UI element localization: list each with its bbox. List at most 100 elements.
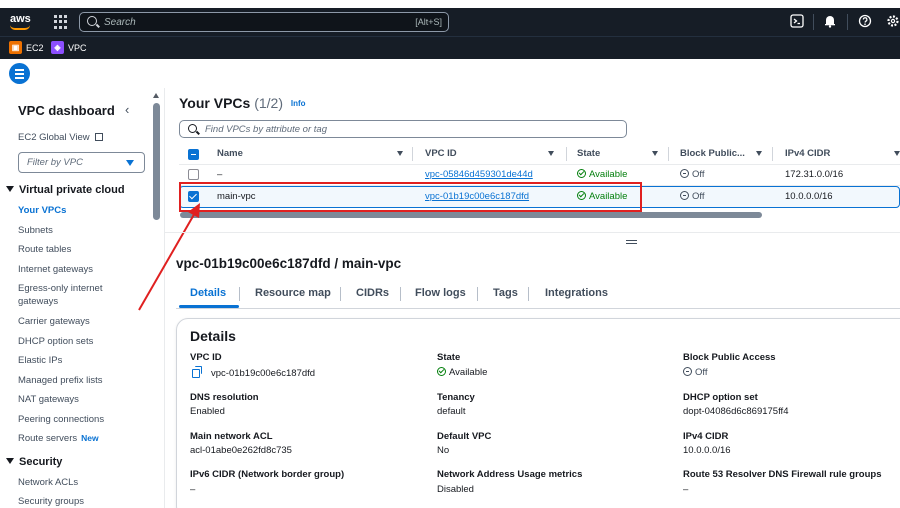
sidebar-title[interactable]: VPC dashboard bbox=[18, 103, 115, 118]
field-default-vpc: No bbox=[437, 445, 450, 456]
search-icon bbox=[188, 124, 197, 133]
vpc-icon: ◈ bbox=[51, 41, 64, 54]
column-separator bbox=[566, 147, 567, 161]
vpc-block-public: Off bbox=[680, 169, 705, 180]
service-vpc-label: VPC bbox=[68, 42, 87, 53]
sort-icon[interactable] bbox=[756, 151, 762, 156]
dhcp-option-set-link[interactable]: dopt-04086d6c869175ff4 bbox=[683, 406, 788, 417]
bell-icon[interactable] bbox=[822, 14, 838, 30]
vpc-filter-placeholder: Filter by VPC bbox=[27, 157, 83, 168]
tab-separator bbox=[528, 287, 529, 301]
tab-details[interactable]: Details bbox=[190, 287, 226, 299]
column-header-state[interactable]: State bbox=[577, 148, 600, 159]
resize-handle-icon[interactable] bbox=[626, 240, 637, 244]
tab-separator bbox=[400, 287, 401, 301]
search-shortcut: [Alt+S] bbox=[415, 17, 442, 27]
main-acl-link[interactable]: acl-01abe0e262fd8c735 bbox=[190, 445, 292, 456]
info-link[interactable]: Info bbox=[291, 99, 306, 108]
sidebar-item-your-vpcs[interactable]: Your VPCs bbox=[18, 204, 118, 217]
external-link-icon bbox=[95, 133, 104, 141]
field-label-ipv4-cidr: IPv4 CIDR bbox=[683, 431, 729, 442]
ec2-icon: ▣ bbox=[9, 41, 22, 54]
find-vpcs-input[interactable]: Find VPCs by attribute or tag bbox=[179, 120, 627, 138]
divider bbox=[164, 88, 165, 508]
help-icon[interactable] bbox=[857, 14, 873, 30]
sidebar-item-dhcp-option-sets[interactable]: DHCP option sets bbox=[18, 335, 118, 348]
state-value: Available bbox=[449, 367, 488, 378]
service-vpc[interactable]: ◈ VPC bbox=[51, 41, 87, 54]
column-header-vpc-id[interactable]: VPC ID bbox=[425, 148, 457, 159]
collapse-sidebar-icon[interactable]: ‹ bbox=[125, 102, 129, 117]
section-security[interactable]: Security bbox=[6, 456, 62, 468]
sort-icon[interactable] bbox=[548, 151, 554, 156]
sidebar-item-route-tables[interactable]: Route tables bbox=[18, 243, 118, 256]
detail-panel-title: vpc-01b19c00e6c187dfd / main-vpc bbox=[176, 256, 402, 271]
tab-tags[interactable]: Tags bbox=[493, 287, 518, 299]
select-all-checkbox[interactable] bbox=[188, 149, 199, 160]
column-separator bbox=[772, 147, 773, 161]
sidebar-item-egress-only-gateways[interactable]: Egress-only internet gateways bbox=[18, 282, 118, 308]
apps-grid-icon[interactable] bbox=[54, 15, 68, 29]
service-ec2[interactable]: ▣ EC2 bbox=[9, 41, 44, 54]
aws-logo[interactable]: aws bbox=[10, 14, 31, 25]
vpc-ipv4-cidr: 172.31.0.0/16 bbox=[785, 169, 844, 180]
sidebar-item-internet-gateways[interactable]: Internet gateways bbox=[18, 263, 118, 276]
field-label-default-vpc: Default VPC bbox=[437, 431, 492, 442]
tab-cidrs[interactable]: CIDRs bbox=[356, 287, 389, 299]
sidebar-item-route-servers[interactable]: Route servers New bbox=[18, 432, 138, 445]
sidebar-item-network-acls[interactable]: Network ACLs bbox=[18, 476, 118, 489]
ec2-global-view-link[interactable]: EC2 Global View bbox=[18, 132, 104, 143]
sidebar-item-managed-prefix-lists[interactable]: Managed prefix lists bbox=[18, 374, 118, 387]
status-off-icon bbox=[680, 169, 689, 178]
field-dns-resolution: Enabled bbox=[190, 406, 225, 417]
block-public-text: Off bbox=[692, 191, 705, 202]
tab-integrations[interactable]: Integrations bbox=[545, 287, 608, 299]
sidebar-scrollbar[interactable] bbox=[153, 103, 160, 220]
field-tenancy: default bbox=[437, 406, 466, 417]
column-header-block-public[interactable]: Block Public... bbox=[680, 148, 745, 159]
menu-toggle-icon[interactable] bbox=[9, 63, 30, 84]
find-placeholder: Find VPCs by attribute or tag bbox=[205, 124, 327, 135]
sidebar-item-subnets[interactable]: Subnets bbox=[18, 224, 118, 237]
tab-resource-map[interactable]: Resource map bbox=[255, 287, 331, 299]
cloudshell-icon[interactable] bbox=[789, 14, 805, 30]
section-virtual-private-cloud[interactable]: Virtual private cloud bbox=[6, 184, 125, 196]
sort-icon[interactable] bbox=[894, 151, 900, 156]
sidebar-item-carrier-gateways[interactable]: Carrier gateways bbox=[18, 315, 118, 328]
active-tab-indicator bbox=[179, 305, 239, 308]
tab-flow-logs[interactable]: Flow logs bbox=[415, 287, 466, 299]
sidebar-item-security-groups[interactable]: Security groups bbox=[18, 495, 118, 508]
top-navigation-bar: aws Search [Alt+S] bbox=[0, 8, 900, 36]
search-input[interactable]: Search [Alt+S] bbox=[79, 12, 449, 32]
vpc-ipv4-cidr: 10.0.0.0/16 bbox=[785, 191, 833, 202]
caret-down-icon bbox=[126, 160, 134, 166]
copy-icon[interactable] bbox=[192, 366, 202, 378]
scroll-up-arrow-icon[interactable] bbox=[153, 93, 159, 98]
column-separator bbox=[412, 147, 413, 161]
field-ipv4-cidr: 10.0.0.0/16 bbox=[683, 445, 731, 456]
status-off-icon bbox=[683, 367, 692, 376]
block-public-text: Off bbox=[692, 169, 705, 180]
sidebar-item-elastic-ips[interactable]: Elastic IPs bbox=[18, 354, 118, 367]
vpc-id-link[interactable]: vpc-05846d459301de44d bbox=[425, 169, 533, 180]
row-divider bbox=[179, 164, 900, 165]
nav-divider bbox=[813, 14, 814, 30]
column-header-name[interactable]: Name bbox=[217, 148, 243, 159]
column-header-ipv4-cidr[interactable]: IPv4 CIDR bbox=[785, 148, 830, 159]
field-label-dhcp: DHCP option set bbox=[683, 392, 758, 403]
sidebar-item-nat-gateways[interactable]: NAT gateways bbox=[18, 393, 118, 406]
table-horizontal-scrollbar[interactable] bbox=[180, 212, 762, 218]
vpc-filter-select[interactable]: Filter by VPC bbox=[18, 152, 145, 173]
split-panel-divider bbox=[165, 232, 900, 233]
gear-icon[interactable] bbox=[885, 14, 900, 30]
row-checkbox[interactable] bbox=[188, 169, 199, 180]
annotation-highlight-box bbox=[179, 182, 642, 212]
field-label-vpc-id: VPC ID bbox=[190, 352, 222, 363]
sort-icon[interactable] bbox=[652, 151, 658, 156]
field-label-block-public-access: Block Public Access bbox=[683, 352, 776, 363]
field-label-tenancy: Tenancy bbox=[437, 392, 475, 403]
sort-icon[interactable] bbox=[397, 151, 403, 156]
vpc-state: Available bbox=[577, 169, 627, 180]
sidebar-item-peering-connections[interactable]: Peering connections bbox=[18, 413, 118, 426]
field-label-state: State bbox=[437, 352, 461, 363]
